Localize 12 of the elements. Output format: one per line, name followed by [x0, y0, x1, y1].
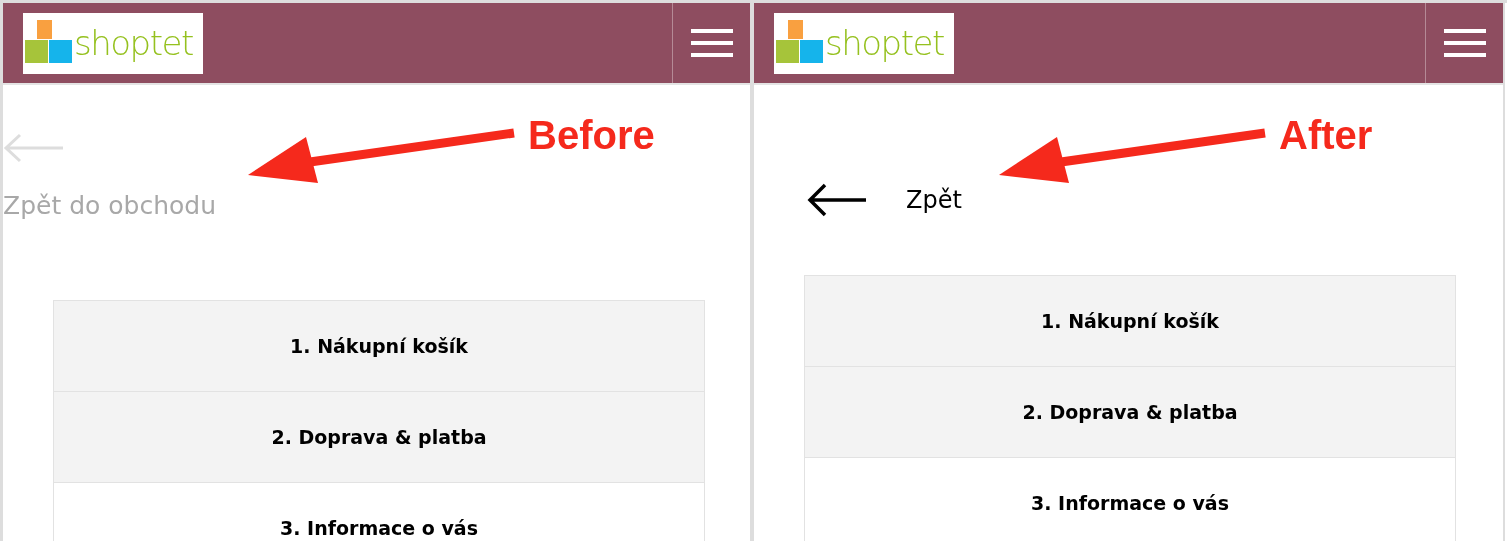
back-link[interactable]: Zpět	[906, 186, 962, 214]
checkout-step[interactable]: 1. Nákupní košík	[54, 301, 704, 392]
checkout-step[interactable]: 2. Doprava & platba	[805, 367, 1455, 458]
annotation-label: After	[1279, 115, 1373, 155]
checkout-step[interactable]: 2. Doprava & platba	[54, 392, 704, 483]
logo-text: shoptet	[74, 26, 193, 60]
menu-icon	[1443, 28, 1486, 58]
back-arrow-icon[interactable]	[806, 182, 868, 218]
annotation-label: Before	[528, 115, 655, 155]
menu-icon	[690, 28, 733, 58]
logo-text: shoptet	[825, 26, 944, 60]
checkout-step[interactable]: 1. Nákupní košík	[805, 276, 1455, 367]
